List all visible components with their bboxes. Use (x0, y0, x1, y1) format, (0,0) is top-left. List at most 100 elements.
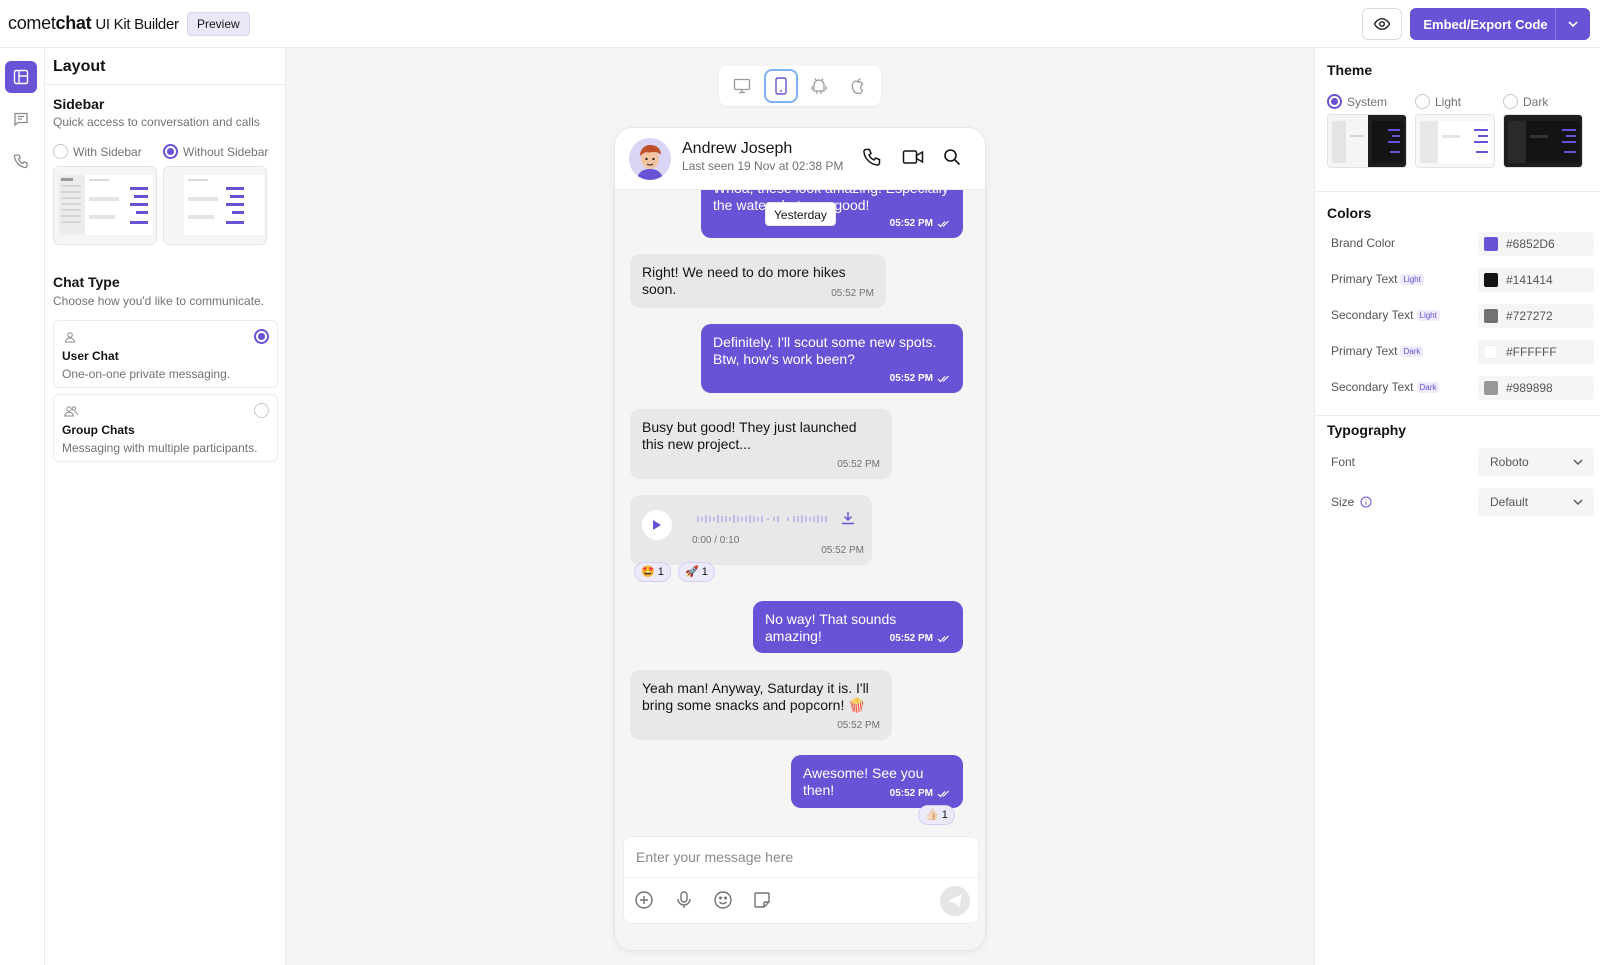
color-swatch[interactable] (1484, 381, 1498, 395)
eye-icon (1373, 15, 1391, 33)
message-time: 05:52 PM (831, 288, 874, 299)
primary-text-light-field[interactable]: #141414 (1478, 268, 1594, 292)
contact-status: Last seen 19 Nov at 02:38 PM (682, 159, 844, 173)
search-icon[interactable] (942, 147, 962, 167)
theme-light-thumbnail[interactable] (1415, 114, 1495, 168)
audio-message-bubble[interactable]: 0:00 / 0:10 05:52 PM (630, 495, 872, 565)
message-bubble-outgoing[interactable]: No way! That sounds amazing! 05:52 PM (753, 601, 963, 653)
without-sidebar-option[interactable]: Without Sidebar (163, 144, 268, 159)
secondary-text-dark-field[interactable]: #989898 (1478, 376, 1594, 400)
brand-logo: cometchat UI Kit Builder (8, 13, 179, 33)
video-call-icon[interactable] (902, 147, 924, 167)
message-text: Yeah man! Anyway, Saturday it is. I'll b… (642, 680, 869, 713)
group-icon (64, 405, 78, 417)
desktop-device-button[interactable] (725, 69, 759, 103)
message-time: 05:52 PM (889, 218, 933, 229)
mode-tag: Dark (1400, 346, 1424, 358)
left-rail (0, 48, 45, 965)
chevron-down-icon[interactable] (1556, 18, 1590, 30)
rail-layout-button[interactable] (5, 61, 37, 93)
reaction-chip[interactable]: 🤩 1 (634, 562, 671, 582)
without-sidebar-thumbnail[interactable] (163, 166, 267, 245)
theme-light-option[interactable]: Light (1415, 94, 1461, 109)
theme-dark-option[interactable]: Dark (1503, 94, 1548, 109)
ios-device-button[interactable] (841, 69, 875, 103)
chat-type-section-title: Chat Type (53, 274, 120, 290)
mobile-device-button[interactable] (763, 69, 798, 103)
mode-tag: Light (1400, 274, 1424, 286)
reaction-chip[interactable]: 👍🏻 1 (918, 805, 955, 825)
theme-dark-thumbnail[interactable] (1503, 114, 1583, 168)
export-code-label[interactable]: Embed/Export Code (1410, 17, 1555, 32)
with-sidebar-option[interactable]: With Sidebar (53, 144, 142, 159)
download-icon[interactable] (840, 510, 856, 526)
color-row-brand: Brand Color #6852D6 (1331, 232, 1594, 256)
without-sidebar-radio[interactable] (163, 144, 178, 159)
user-icon (64, 331, 76, 343)
panel-title: Layout (53, 58, 106, 75)
font-row: Font Roboto (1331, 448, 1594, 476)
apple-icon (850, 77, 866, 95)
message-list: Whoa, these look amazing! Especially the… (615, 128, 985, 848)
color-swatch[interactable] (1484, 273, 1498, 287)
mode-tag: Dark (1416, 382, 1440, 394)
preview-toggle-button[interactable] (1362, 8, 1402, 40)
color-row-primary-text-dark: Primary Text Dark #FFFFFF (1331, 340, 1594, 364)
emoji-icon[interactable] (713, 890, 733, 910)
add-attachment-icon[interactable] (634, 890, 654, 910)
rail-chat-button[interactable] (5, 103, 37, 135)
message-bubble-outgoing[interactable]: Definitely. I'll scout some new spots. B… (701, 324, 963, 393)
with-sidebar-thumbnail[interactable] (53, 166, 157, 245)
chat-icon (13, 111, 29, 127)
group-chat-description: Messaging with multiple participants. (62, 441, 258, 455)
color-swatch[interactable] (1484, 309, 1498, 323)
message-bubble-outgoing[interactable]: Awesome! See you then! 05:52 PM (791, 755, 963, 808)
with-sidebar-radio[interactable] (53, 144, 68, 159)
avatar[interactable] (629, 138, 671, 180)
theme-light-radio[interactable] (1415, 94, 1430, 109)
typography-section-title: Typography (1327, 422, 1407, 438)
size-select[interactable]: Default (1478, 488, 1594, 516)
group-chat-card[interactable]: Group Chats Messaging with multiple part… (53, 394, 278, 462)
theme-system-radio[interactable] (1327, 94, 1342, 109)
color-swatch[interactable] (1484, 237, 1498, 251)
microphone-icon[interactable] (674, 890, 694, 910)
reaction-chip[interactable]: 🚀 1 (678, 562, 715, 582)
top-bar: cometchat UI Kit Builder Preview Embed/Ex… (0, 0, 1600, 48)
theme-system-option[interactable]: System (1327, 94, 1387, 109)
brand-color-field[interactable]: #6852D6 (1478, 232, 1594, 256)
message-bubble-incoming[interactable]: Busy but good! They just launched this n… (630, 409, 892, 479)
primary-text-dark-field[interactable]: #FFFFFF (1478, 340, 1594, 364)
color-swatch[interactable] (1484, 345, 1498, 359)
user-chat-card[interactable]: User Chat One-on-one private messaging. (53, 320, 278, 388)
font-select[interactable]: Roboto (1478, 448, 1594, 476)
play-button[interactable] (642, 510, 672, 540)
voice-call-icon[interactable] (862, 147, 882, 167)
theme-system-thumbnail[interactable] (1327, 114, 1407, 168)
send-icon (947, 893, 963, 909)
sidebar-section-title: Sidebar (53, 96, 105, 112)
message-bubble-incoming[interactable]: Yeah man! Anyway, Saturday it is. I'll b… (630, 670, 892, 740)
chat-header: Andrew Joseph Last seen 19 Nov at 02:38 … (615, 128, 985, 190)
layout-panel: Layout Sidebar Quick access to conversat… (45, 48, 286, 965)
message-time: 05:52 PM (821, 545, 864, 556)
rail-calls-button[interactable] (5, 145, 37, 177)
chevron-down-icon (1572, 496, 1584, 508)
phone-icon (13, 153, 29, 169)
color-label: Primary Text Light (1331, 272, 1424, 286)
send-button[interactable] (940, 886, 970, 916)
export-code-button[interactable]: Embed/Export Code (1410, 8, 1590, 40)
theme-dark-radio[interactable] (1503, 94, 1518, 109)
secondary-text-light-field[interactable]: #727272 (1478, 304, 1594, 328)
sticker-icon[interactable] (752, 890, 772, 910)
user-chat-title: User Chat (62, 349, 119, 363)
color-label: Brand Color (1331, 236, 1396, 250)
group-chat-radio[interactable] (254, 403, 269, 418)
android-device-button[interactable] (802, 69, 836, 103)
user-chat-radio[interactable] (254, 329, 269, 344)
audio-waveform[interactable] (696, 513, 830, 525)
user-chat-description: One-on-one private messaging. (62, 367, 231, 381)
message-input[interactable]: Enter your message here (636, 849, 793, 865)
color-label: Primary Text Dark (1331, 344, 1424, 358)
message-bubble-incoming[interactable]: Right! We need to do more hikes soon. 05… (630, 254, 886, 308)
